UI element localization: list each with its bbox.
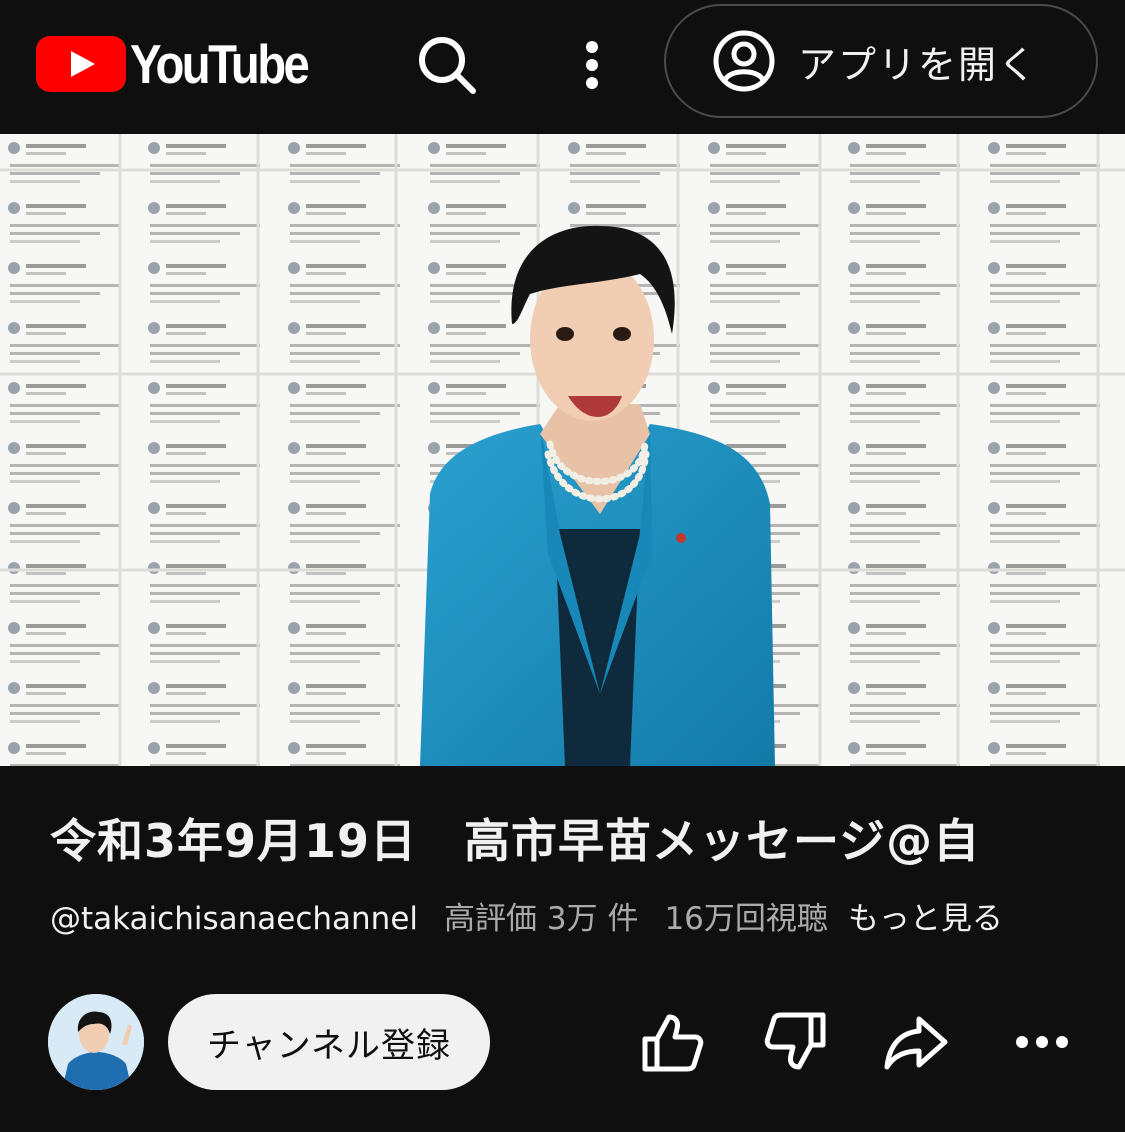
dislike-button[interactable] — [756, 1002, 836, 1082]
video-info-panel: 令和3年9月19日 高市早苗メッセージ@自 @takaichisanaechan… — [0, 766, 1125, 1132]
video-player[interactable] — [0, 134, 1125, 766]
share-button[interactable] — [876, 1002, 956, 1082]
top-app-bar: YouTube アプリを開く — [0, 0, 1125, 134]
youtube-logo[interactable]: YouTube — [36, 36, 336, 92]
video-frame — [0, 134, 1125, 766]
channel-avatar[interactable] — [48, 994, 144, 1090]
channel-handle[interactable]: @takaichisanaechannel — [50, 894, 418, 944]
more-link[interactable]: もっと見る — [848, 894, 1003, 944]
account-circle-icon — [713, 30, 775, 92]
open-app-button[interactable]: アプリを開く — [664, 4, 1098, 118]
youtube-logo-icon — [36, 36, 126, 92]
share-icon — [884, 1016, 948, 1070]
more-horiz-icon — [1016, 1036, 1068, 1048]
more-actions-button[interactable] — [1002, 1002, 1082, 1082]
youtube-logo-text: YouTube — [130, 33, 310, 95]
more-vert-icon — [586, 41, 598, 89]
video-meta-row: @takaichisanaechannel 高評価 3万 件 16万回視聴 もっ… — [50, 894, 1080, 944]
search-icon — [419, 37, 476, 94]
video-title-row[interactable]: 令和3年9月19日 高市早苗メッセージ@自 — [50, 806, 1080, 876]
like-button[interactable] — [632, 1002, 712, 1082]
action-row: チャンネル登録 — [48, 994, 1088, 1090]
search-button[interactable] — [410, 28, 484, 102]
title-fade-overlay — [1010, 806, 1080, 876]
more-options-button[interactable] — [560, 28, 624, 102]
likes-count: 高評価 3万 件 — [444, 901, 639, 937]
video-title: 令和3年9月19日 高市早苗メッセージ@自 — [50, 814, 981, 868]
view-count: 16万回視聴 — [664, 901, 828, 937]
channel-avatar-image — [48, 994, 144, 1090]
subscribe-button[interactable]: チャンネル登録 — [168, 994, 490, 1090]
like-icon — [642, 1014, 704, 1072]
dislike-icon — [764, 1012, 826, 1070]
open-app-label: アプリを開く — [798, 42, 1039, 87]
